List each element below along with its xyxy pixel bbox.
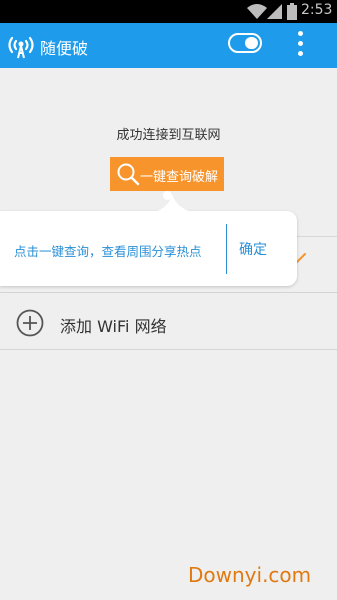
wifi-crack-logo-icon xyxy=(8,36,34,59)
status-time: 2:53 xyxy=(301,2,333,18)
tooltip-anchor-dot xyxy=(163,191,172,200)
signal-icon xyxy=(267,4,282,19)
status-bar: 2:53 xyxy=(0,0,337,23)
tooltip-message: 点击一键查询，查看周围分享热点 xyxy=(14,244,202,259)
confirm-button[interactable]: 确定 xyxy=(239,239,267,259)
toggle-knob xyxy=(245,37,258,49)
watermark: Downyi.com xyxy=(188,563,312,587)
tooltip-divider xyxy=(226,224,227,274)
more-vert-icon[interactable] xyxy=(294,31,306,61)
one-click-query-button[interactable]: 一键查询破解 xyxy=(110,157,224,191)
add-circle-icon[interactable] xyxy=(16,309,44,337)
connection-status: 成功连接到互联网 xyxy=(116,128,221,143)
wifi-toggle[interactable] xyxy=(228,33,262,53)
guide-tooltip: 点击一键查询，查看周围分享热点 确定 xyxy=(0,211,297,286)
query-button-label: 一键查询破解 xyxy=(140,170,219,185)
tooltip-pointer xyxy=(147,194,199,214)
wifi-icon xyxy=(247,4,267,19)
wifi-row-divider xyxy=(297,236,337,237)
battery-icon xyxy=(287,3,297,20)
add-wifi-network-item[interactable]: 添加 WiFi 网络 xyxy=(60,313,167,337)
list-divider xyxy=(0,349,337,350)
app-bar: 随便破 xyxy=(0,23,337,68)
list-divider xyxy=(0,292,337,293)
search-icon xyxy=(117,163,140,186)
app-title: 随便破 xyxy=(40,39,89,58)
